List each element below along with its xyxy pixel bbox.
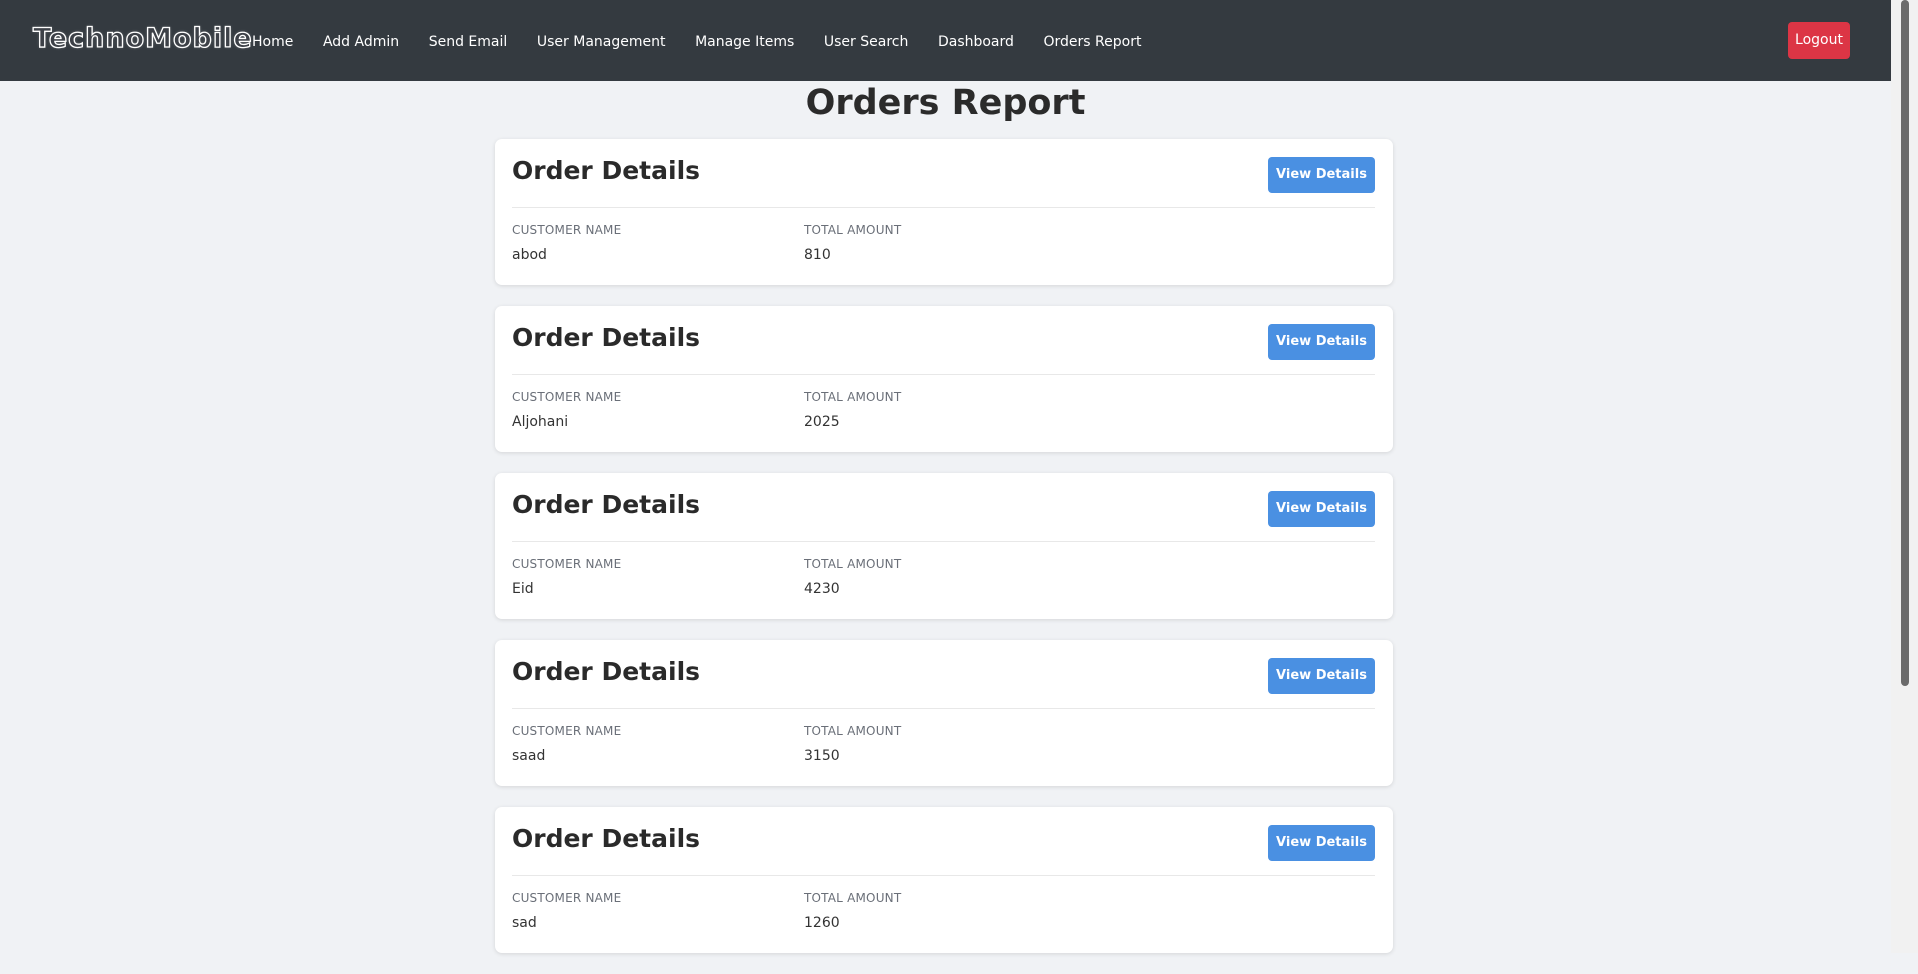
total-amount-value: 3150 [804, 748, 840, 764]
nav-link-manage-items[interactable]: Manage Items [695, 33, 794, 51]
total-amount-label: TOTAL AMOUNT [804, 223, 902, 237]
order-card-title: Order Details [512, 156, 701, 185]
view-details-button[interactable]: View Details [1268, 324, 1375, 360]
card-divider [512, 541, 1375, 542]
customer-name-value: Aljohani [512, 414, 569, 430]
order-card: Order Details View Details CUSTOMER NAME… [495, 640, 1393, 786]
total-amount-label: TOTAL AMOUNT [804, 390, 902, 404]
nav-link-send-email[interactable]: Send Email [429, 33, 508, 51]
top-navbar: TechnoMobile Home Add Admin Send Email U… [0, 0, 1891, 81]
nav-link-user-search[interactable]: User Search [824, 33, 908, 51]
nav-links: Home Add Admin Send Email User Managemen… [252, 31, 1166, 53]
nav-link-add-admin[interactable]: Add Admin [323, 33, 399, 51]
nav-link-orders-report[interactable]: Orders Report [1044, 33, 1142, 51]
total-amount-label: TOTAL AMOUNT [804, 557, 902, 571]
order-card-title: Order Details [512, 323, 701, 352]
card-divider [512, 374, 1375, 375]
view-details-button[interactable]: View Details [1268, 825, 1375, 861]
total-amount-value: 4230 [804, 581, 840, 597]
orders-list: Order Details View Details CUSTOMER NAME… [495, 139, 1393, 974]
order-card-title: Order Details [512, 657, 701, 686]
total-amount-label: TOTAL AMOUNT [804, 891, 902, 905]
customer-name-label: CUSTOMER NAME [512, 223, 622, 237]
customer-name-value: Eid [512, 581, 534, 597]
total-amount-label: TOTAL AMOUNT [804, 724, 902, 738]
nav-link-user-management[interactable]: User Management [537, 33, 666, 51]
logout-button[interactable]: Logout [1788, 22, 1850, 59]
order-card-title: Order Details [512, 490, 701, 519]
customer-name-label: CUSTOMER NAME [512, 724, 622, 738]
order-card: Order Details View Details CUSTOMER NAME… [495, 306, 1393, 452]
order-card-title: Order Details [512, 824, 701, 853]
nav-link-home[interactable]: Home [252, 33, 293, 51]
view-details-button[interactable]: View Details [1268, 491, 1375, 527]
customer-name-value: saad [512, 748, 546, 764]
card-divider [512, 207, 1375, 208]
scrollbar-thumb[interactable] [1901, 0, 1909, 686]
customer-name-label: CUSTOMER NAME [512, 390, 622, 404]
order-card: Order Details View Details CUSTOMER NAME… [495, 139, 1393, 285]
view-details-button[interactable]: View Details [1268, 157, 1375, 193]
customer-name-label: CUSTOMER NAME [512, 891, 622, 905]
order-card: Order Details View Details CUSTOMER NAME… [495, 807, 1393, 953]
total-amount-value: 2025 [804, 414, 840, 430]
total-amount-value: 810 [804, 247, 831, 263]
page-title: Orders Report [805, 83, 1086, 123]
card-divider [512, 875, 1375, 876]
customer-name-value: sad [512, 915, 537, 931]
brand-logo[interactable]: TechnoMobile [32, 22, 253, 54]
card-divider [512, 708, 1375, 709]
total-amount-value: 1260 [804, 915, 840, 931]
view-details-button[interactable]: View Details [1268, 658, 1375, 694]
order-card: Order Details View Details CUSTOMER NAME… [495, 473, 1393, 619]
customer-name-value: abod [512, 247, 547, 263]
nav-link-dashboard[interactable]: Dashboard [938, 33, 1014, 51]
customer-name-label: CUSTOMER NAME [512, 557, 622, 571]
